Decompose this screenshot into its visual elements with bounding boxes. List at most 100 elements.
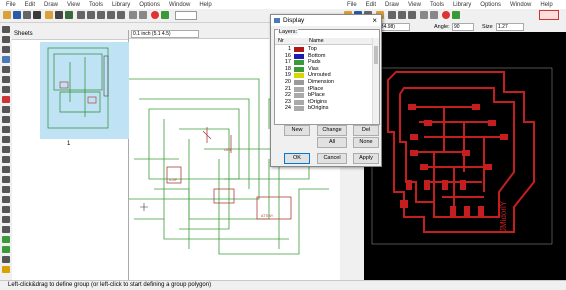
board-menu-options[interactable]: Options (480, 2, 501, 8)
change-button[interactable]: Change (317, 125, 347, 136)
status-text: Left-click&drag to define group (or left… (8, 282, 212, 288)
smash-icon[interactable] (2, 156, 10, 163)
menu-window[interactable]: Window (169, 2, 190, 8)
display-dialog: Display × Layers: Nr Name 1 Top 16 Bottom … (270, 14, 382, 167)
rotate-icon[interactable] (2, 86, 10, 93)
board-zoom-in-icon[interactable] (398, 11, 406, 19)
invoke-icon[interactable] (2, 176, 10, 183)
angle-input[interactable]: 90 (452, 23, 474, 31)
name-column-header[interactable]: Name (309, 38, 324, 45)
menu-file[interactable]: File (6, 2, 16, 8)
layer-row[interactable]: 16 Bottom (275, 53, 371, 60)
menu-library[interactable]: Library (112, 2, 130, 8)
menu-draw[interactable]: Draw (44, 2, 58, 8)
board-menu-library[interactable]: Library (453, 2, 471, 8)
board-menu-view[interactable]: View (408, 2, 421, 8)
show-icon[interactable] (2, 36, 10, 43)
layer-row[interactable]: 17 Pads (275, 59, 371, 66)
layer-row[interactable]: 20 Dimension (275, 79, 371, 86)
layers-list[interactable]: 1 Top 16 Bottom 17 Pads 18 Vias 19 Unrouted 2… (275, 46, 379, 125)
layer-row[interactable]: 23 tOrigins (275, 99, 371, 106)
del-button[interactable]: Del (353, 125, 379, 136)
board-menu-edit[interactable]: Edit (366, 2, 376, 8)
text-icon[interactable] (2, 196, 10, 203)
save-icon[interactable] (13, 11, 21, 19)
redo-icon[interactable] (139, 11, 147, 19)
board-undo-icon[interactable] (420, 11, 428, 19)
layer-row[interactable]: 22 bPlace (275, 92, 371, 99)
zoom-fit-icon[interactable] (77, 11, 85, 19)
board-menu-file[interactable]: File (347, 2, 357, 8)
menu-help[interactable]: Help (199, 2, 211, 8)
replace-icon[interactable] (2, 126, 10, 133)
layer-row[interactable]: 1 Top (275, 46, 371, 53)
split-icon[interactable] (2, 166, 10, 173)
zoom-combo[interactable] (175, 11, 197, 20)
close-icon[interactable]: × (372, 15, 377, 26)
bus-icon[interactable] (2, 246, 10, 253)
board-zoom-fit-icon[interactable] (388, 11, 396, 19)
board-stop-icon[interactable] (442, 11, 450, 19)
zoom-select-icon[interactable] (117, 11, 125, 19)
angle-label: Angle: (434, 24, 450, 30)
arc-icon[interactable] (2, 216, 10, 223)
board-redo-icon[interactable] (430, 11, 438, 19)
script-icon[interactable] (55, 11, 63, 19)
board-menu-tools[interactable]: Tools (430, 2, 444, 8)
board-go-icon[interactable] (452, 11, 460, 19)
circle-icon[interactable] (2, 206, 10, 213)
board-menu-help[interactable]: Help (540, 2, 552, 8)
undo-icon[interactable] (129, 11, 137, 19)
sheet-number: 1 (67, 141, 71, 147)
menu-tools[interactable]: Tools (89, 2, 103, 8)
ulp-icon[interactable] (65, 11, 73, 19)
board-zoom-out-icon[interactable] (408, 11, 416, 19)
layer-row[interactable]: 24 bOrigins (275, 105, 371, 112)
menu-options[interactable]: Options (139, 2, 160, 8)
rect-icon[interactable] (2, 226, 10, 233)
board-menu-window[interactable]: Window (510, 2, 531, 8)
zoom-out-icon[interactable] (97, 11, 105, 19)
layer-row[interactable]: 21 tPlace (275, 86, 371, 93)
pinswap-icon[interactable] (2, 116, 10, 123)
display-icon[interactable] (2, 46, 10, 53)
add-icon[interactable] (2, 106, 10, 113)
board-icon[interactable] (45, 11, 53, 19)
open-icon[interactable] (3, 11, 11, 19)
stop-icon[interactable] (151, 11, 159, 19)
zoom-in-icon[interactable] (87, 11, 95, 19)
layer-row[interactable]: 18 Vias (275, 66, 371, 73)
none-button[interactable]: None (353, 137, 379, 148)
cam-icon[interactable] (33, 11, 41, 19)
move-icon[interactable] (2, 56, 10, 63)
go-icon[interactable] (161, 11, 169, 19)
all-button[interactable]: All (317, 137, 347, 148)
erc-icon[interactable] (2, 266, 10, 273)
wire-icon[interactable] (2, 186, 10, 193)
apply-button[interactable]: Apply (353, 153, 379, 164)
nr-column-header[interactable]: Nr (278, 38, 284, 45)
value-icon[interactable] (2, 146, 10, 153)
board-canvas[interactable]: JMidorlY (364, 32, 566, 280)
info-icon[interactable] (2, 26, 10, 33)
name-icon[interactable] (2, 136, 10, 143)
board-menu-draw[interactable]: Draw (385, 2, 399, 8)
cancel-button[interactable]: Cancel (317, 153, 347, 164)
size-input[interactable]: 1.27 (496, 23, 524, 31)
new-button[interactable]: New (284, 125, 310, 136)
copy-icon[interactable] (2, 66, 10, 73)
scrollbar-thumb[interactable] (374, 46, 378, 64)
redraw-icon[interactable] (107, 11, 115, 19)
sheet-thumbnail[interactable] (40, 42, 130, 139)
junction-icon[interactable] (2, 256, 10, 263)
print-icon[interactable] (23, 11, 31, 19)
mirror-icon[interactable] (2, 76, 10, 83)
menu-edit[interactable]: Edit (25, 2, 35, 8)
layers-scrollbar[interactable] (372, 38, 379, 124)
net-icon[interactable] (2, 236, 10, 243)
layer-combo[interactable] (539, 10, 559, 20)
layer-row[interactable]: 19 Unrouted (275, 72, 371, 79)
ok-button[interactable]: OK (284, 153, 310, 164)
menu-view[interactable]: View (67, 2, 80, 8)
delete-icon[interactable] (2, 96, 10, 103)
